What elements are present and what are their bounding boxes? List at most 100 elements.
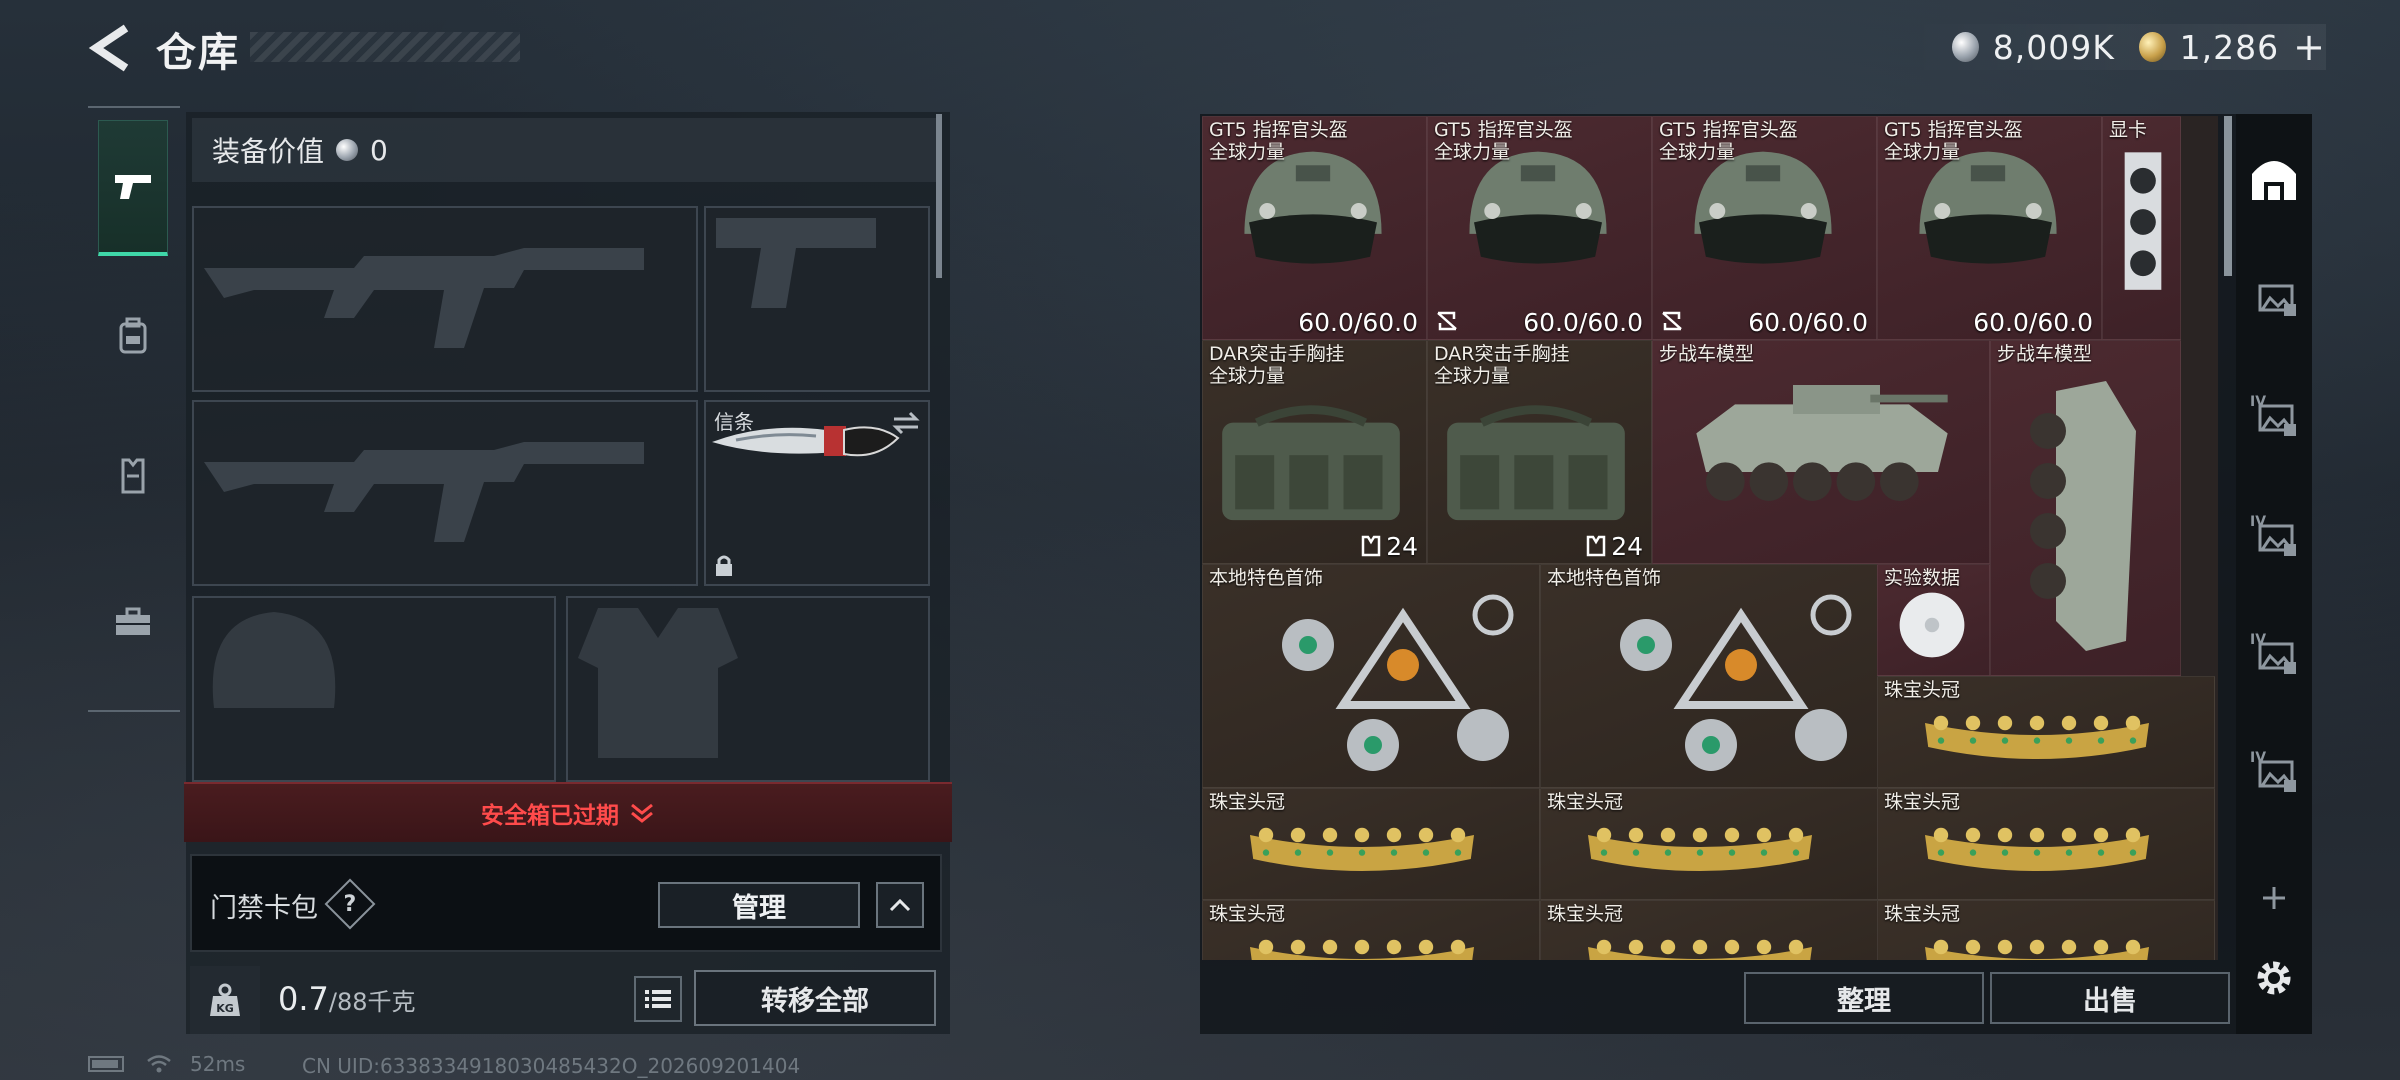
weight-icon-box: KG bbox=[190, 966, 260, 1034]
item-durability: 60.0/60.0 bbox=[1748, 308, 1868, 337]
add-currency-button[interactable]: + bbox=[2293, 25, 2326, 69]
storage-item[interactable]: 步战车模型 bbox=[1990, 340, 2181, 676]
item-durability: 60.0/60.0 bbox=[1973, 308, 2093, 337]
list-view-button[interactable] bbox=[634, 976, 682, 1022]
item-name: GT5 指挥官头盔 全球力量 bbox=[1434, 119, 1573, 163]
primary-weapon-slot-2[interactable] bbox=[192, 400, 698, 586]
manage-button[interactable]: 管理 bbox=[658, 882, 860, 928]
sort-button[interactable]: 整理 bbox=[1744, 972, 1984, 1024]
item-name: GT5 指挥官头盔 全球力量 bbox=[1884, 119, 2023, 163]
crown-image bbox=[1588, 827, 1812, 871]
storage-scrollbar[interactable] bbox=[2224, 116, 2232, 276]
storage-item[interactable]: 珠宝头冠 bbox=[1877, 900, 2215, 960]
storage-item[interactable]: GT5 指挥官头盔 全球力量 60.0/60.0 bbox=[1877, 116, 2102, 340]
sell-button[interactable]: 出售 bbox=[1990, 972, 2230, 1024]
item-name: 实验数据 bbox=[1884, 567, 1961, 589]
melee-weapon-slot[interactable]: 信条 bbox=[704, 400, 930, 586]
item-name: 步战车模型 bbox=[1997, 343, 2093, 365]
item-count-value: 24 bbox=[1386, 532, 1418, 561]
item-name: 显卡 bbox=[2109, 119, 2148, 141]
back-button[interactable] bbox=[86, 22, 132, 74]
battery-icon bbox=[88, 1056, 124, 1072]
primary-weapon-slot[interactable] bbox=[192, 206, 698, 392]
transfer-all-button[interactable]: 转移全部 bbox=[694, 970, 936, 1026]
tab-storage-5[interactable]: IV bbox=[2246, 744, 2302, 800]
add-storage-tab-button[interactable] bbox=[2246, 870, 2302, 926]
weight-current: 0.7 bbox=[278, 980, 329, 1018]
helmet-slot[interactable] bbox=[192, 596, 556, 782]
silver-coin-icon bbox=[1952, 32, 1979, 62]
safe-box-expired-banner[interactable]: 安全箱已过期 bbox=[184, 782, 952, 842]
settings-button[interactable] bbox=[2246, 950, 2302, 1006]
broken-armor-icon bbox=[1437, 311, 1457, 331]
storage-tab-level: IV bbox=[2250, 632, 2266, 648]
jewel-image bbox=[1282, 594, 1514, 771]
storage-item[interactable]: 实验数据 bbox=[1877, 564, 1990, 676]
storage-grid: GT5 指挥官头盔 全球力量 60.0/60.0 GT5 指挥官头盔 全球力量 60.… bbox=[1202, 116, 2218, 960]
item-name: 珠宝头冠 bbox=[1884, 791, 1961, 813]
currency-bar: 8,009K 1,286 + bbox=[1906, 24, 2326, 70]
storage-item[interactable]: GT5 指挥官头盔 全球力量 60.0/60.0 bbox=[1427, 116, 1652, 340]
storage-item[interactable]: 珠宝头冠 bbox=[1540, 788, 1878, 900]
tab-armor[interactable] bbox=[98, 408, 168, 544]
equipment-value-bar: 装备价值 0 bbox=[192, 118, 936, 182]
crown-image bbox=[1250, 827, 1474, 871]
storage-item[interactable]: 珠宝头冠 bbox=[1202, 900, 1540, 960]
user-uid: CN UID:6338334918030485432O_202609201404 bbox=[302, 1054, 801, 1078]
storage-tab-level: IV bbox=[2250, 394, 2266, 410]
pistol-icon bbox=[115, 174, 151, 199]
armor-slot[interactable] bbox=[566, 596, 930, 782]
gear-icon bbox=[2257, 961, 2291, 995]
crown-image bbox=[1925, 827, 2149, 871]
gold-coin-icon bbox=[2138, 32, 2166, 62]
storage-item[interactable]: 本地特色首饰 bbox=[1202, 564, 1540, 788]
weight-icon: KG bbox=[210, 983, 240, 1016]
storage-item[interactable]: 珠宝头冠 bbox=[1877, 676, 2215, 788]
item-durability: 60.0/60.0 bbox=[1298, 308, 1418, 337]
storage-box-icon bbox=[2258, 284, 2296, 316]
equipment-scrollbar[interactable] bbox=[936, 114, 942, 278]
storage-item[interactable]: 珠宝头冠 bbox=[1877, 788, 2215, 900]
item-name: 珠宝头冠 bbox=[1547, 791, 1624, 813]
item-name: 珠宝头冠 bbox=[1884, 679, 1961, 701]
wifi-icon bbox=[147, 1055, 171, 1073]
equipment-value: 0 bbox=[370, 133, 388, 167]
collapse-button[interactable] bbox=[876, 882, 924, 928]
help-symbol: ? bbox=[343, 891, 357, 917]
item-name: DAR突击手胸挂 全球力量 bbox=[1434, 343, 1570, 387]
item-name: GT5 指挥官头盔 全球力量 bbox=[1209, 119, 1348, 163]
helmet-silhouette-icon bbox=[212, 612, 336, 708]
weight-max: /88千克 bbox=[328, 988, 416, 1016]
tab-storage-1[interactable] bbox=[2246, 268, 2302, 324]
tab-weapons[interactable] bbox=[98, 120, 168, 256]
storage-item[interactable]: DAR突击手胸挂 全球力量 24 bbox=[1202, 340, 1427, 564]
swap-icon[interactable] bbox=[890, 410, 922, 436]
disc-image bbox=[1899, 592, 1965, 658]
page-title: 仓库 bbox=[156, 30, 240, 76]
tab-storage-2[interactable]: IV bbox=[2246, 388, 2302, 444]
storage-item[interactable]: GT5 指挥官头盔 全球力量 60.0/60.0 bbox=[1202, 116, 1427, 340]
secondary-weapon-slot[interactable] bbox=[704, 206, 930, 392]
tab-backpack[interactable] bbox=[98, 268, 168, 404]
tab-storage-3[interactable]: IV bbox=[2246, 508, 2302, 564]
tab-storage-main[interactable] bbox=[2246, 150, 2302, 206]
storage-item[interactable]: DAR突击手胸挂 全球力量 24 bbox=[1427, 340, 1652, 564]
storage-item[interactable]: 珠宝头冠 bbox=[1540, 900, 1878, 960]
jewel-image bbox=[1620, 594, 1852, 771]
storage-item[interactable]: 珠宝头冠 bbox=[1202, 788, 1540, 900]
rifle-silhouette-icon bbox=[204, 248, 644, 348]
storage-item[interactable]: 显卡 bbox=[2102, 116, 2181, 340]
storage-item[interactable]: 步战车模型 bbox=[1652, 340, 1990, 564]
tab-toolbox[interactable] bbox=[98, 554, 168, 690]
vest-image bbox=[1447, 405, 1625, 521]
crown-image bbox=[1925, 715, 2149, 759]
storage-item[interactable]: 本地特色首饰 bbox=[1540, 564, 1878, 788]
vest-capacity-icon bbox=[1361, 535, 1381, 557]
gpu-image bbox=[2124, 152, 2162, 290]
storage-item[interactable]: GT5 指挥官头盔 全球力量 60.0/60.0 bbox=[1652, 116, 1877, 340]
warehouse-icon bbox=[2252, 161, 2296, 200]
gold-currency-value: 1,286 bbox=[2179, 27, 2280, 67]
silver-currency-value: 8,009K bbox=[1992, 27, 2115, 67]
storage-box-icon: IV bbox=[2250, 394, 2296, 436]
tab-storage-4[interactable]: IV bbox=[2246, 626, 2302, 682]
